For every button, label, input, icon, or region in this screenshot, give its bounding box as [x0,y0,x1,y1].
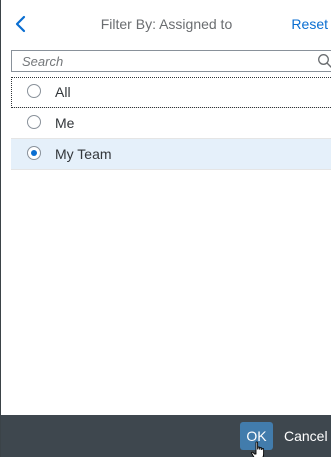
list-item-me[interactable]: Me [11,108,331,139]
search-input[interactable] [12,51,312,71]
radio-dot [31,150,37,156]
list-item-label: Me [55,115,75,131]
radio-button[interactable] [27,115,41,129]
dialog-title: Filter By: Assigned to [100,16,233,32]
filter-dialog: Filter By: Assigned to Reset All Me My T… [0,0,331,457]
list-item-label: All [55,84,71,100]
list-item-label: My Team [55,146,112,162]
list-item-all[interactable]: All [11,77,331,108]
radio-button[interactable] [27,84,41,98]
radio-button-selected[interactable] [27,146,41,160]
reset-button[interactable]: Reset [291,16,328,32]
options-list: All Me My Team [11,77,331,170]
dialog-header: Filter By: Assigned to Reset [1,0,331,48]
list-item-my-team[interactable]: My Team [11,139,331,170]
dialog-footer: OK Cancel [1,415,331,457]
cancel-button[interactable]: Cancel [284,422,328,450]
search-field [11,50,331,72]
search-icon[interactable] [317,53,331,69]
ok-button[interactable]: OK [240,422,273,450]
